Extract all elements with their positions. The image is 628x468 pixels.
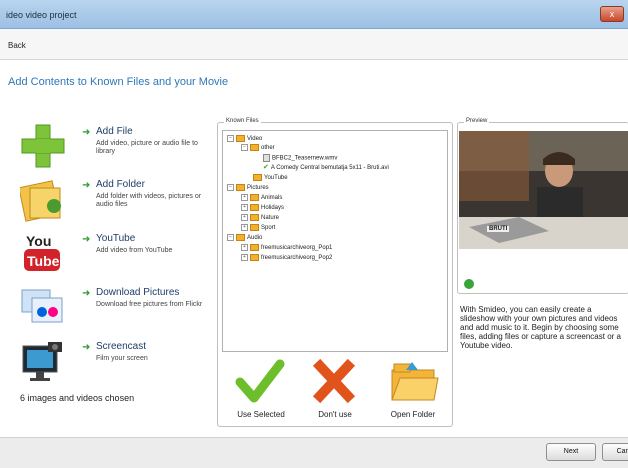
- folder-icon: [253, 174, 262, 181]
- tree-node-file[interactable]: ✔ A Comedy Central bemutatja 5x11 - Bruti…: [263, 164, 389, 172]
- expand-icon[interactable]: +: [241, 204, 248, 211]
- video-subtitle: BRUTI: [487, 226, 510, 232]
- tree-node-nature[interactable]: + Nature: [241, 214, 279, 222]
- tree-node-video[interactable]: − Video: [227, 135, 262, 143]
- action-label: Screencast: [96, 341, 147, 352]
- known-files-title: Known Files: [224, 118, 261, 124]
- cancel-button[interactable]: Can: [602, 443, 628, 461]
- svg-text:You: You: [26, 233, 51, 249]
- plus-icon: [20, 123, 66, 169]
- action-desc: Add video, picture or audio file to libr…: [96, 140, 198, 155]
- folder-icon: [250, 254, 259, 261]
- play-icon[interactable]: [464, 279, 474, 289]
- download-pictures-action[interactable]: ➜ Download Pictures Download free pictur…: [20, 284, 210, 334]
- collapse-icon[interactable]: −: [227, 135, 234, 142]
- expand-icon[interactable]: +: [241, 244, 248, 251]
- tree-node-youtube[interactable]: YouTube: [253, 174, 288, 182]
- tree-node-other[interactable]: − other: [241, 144, 275, 152]
- page-heading: Add Contents to Known Files and your Mov…: [8, 76, 229, 88]
- cross-icon: [312, 358, 356, 404]
- video-frame-image: [459, 131, 628, 249]
- app-window: ideo video project x Back Add Contents t…: [0, 0, 628, 468]
- open-folder-icon: [391, 362, 439, 401]
- folder-icon: [236, 234, 245, 241]
- video-preview[interactable]: [459, 131, 628, 249]
- collapse-icon[interactable]: −: [227, 184, 234, 191]
- tree-node-audio[interactable]: − Audio: [227, 234, 262, 242]
- window-title: ideo video project: [6, 10, 77, 20]
- open-folder-label: Open Folder: [390, 410, 436, 419]
- action-desc: Add video from YouTube: [96, 247, 173, 254]
- expand-icon[interactable]: +: [241, 224, 248, 231]
- add-folder-action[interactable]: ➜ Add Folder Add folder with videos, pic…: [18, 176, 210, 226]
- folder-icon: [250, 144, 259, 151]
- screencast-action[interactable]: ➜ Screencast Film your screen: [20, 338, 210, 388]
- preview-description: With Smideo, you can easily create a sli…: [460, 305, 621, 350]
- open-folder-button[interactable]: Open Folder: [378, 358, 448, 420]
- check-icon: ✔: [263, 164, 269, 171]
- use-selected-button[interactable]: Use Selected: [226, 358, 296, 420]
- arrow-icon: ➜: [82, 234, 91, 245]
- collapse-icon[interactable]: −: [241, 144, 248, 151]
- folder-icon: [250, 204, 259, 211]
- collapse-icon[interactable]: −: [227, 234, 234, 241]
- tree-node-file[interactable]: BFBC2_Teasernew.wmv: [263, 154, 337, 162]
- folder-icon: [236, 135, 245, 142]
- title-bar: ideo video project x: [0, 0, 628, 29]
- dont-use-label: Don't use: [318, 410, 352, 419]
- screencast-icon: [20, 338, 66, 384]
- action-label: YouTube: [96, 233, 136, 244]
- expand-icon[interactable]: +: [241, 254, 248, 261]
- add-file-action[interactable]: ➜ Add File Add video, picture or audio f…: [20, 123, 210, 173]
- youtube-action[interactable]: You Tube ➜ YouTube Add video from YouTub…: [20, 230, 210, 280]
- next-button[interactable]: Next: [546, 443, 596, 461]
- folder-icon: [236, 184, 245, 191]
- arrow-icon: ➜: [82, 180, 91, 191]
- folder-icon: [18, 176, 66, 222]
- preview-title: Preview: [464, 118, 490, 124]
- back-link[interactable]: Back: [8, 41, 26, 50]
- svg-text:Tube: Tube: [27, 253, 60, 269]
- expand-icon[interactable]: +: [241, 214, 248, 221]
- expand-icon[interactable]: +: [241, 194, 248, 201]
- nav-bar: Back: [0, 29, 628, 60]
- folder-icon: [250, 214, 259, 221]
- close-icon[interactable]: x: [600, 6, 624, 22]
- selection-summary: 6 images and videos chosen: [20, 393, 135, 403]
- arrow-icon: ➜: [82, 288, 91, 299]
- folder-icon: [250, 244, 259, 251]
- youtube-icon: You Tube: [20, 230, 66, 276]
- arrow-icon: ➜: [82, 127, 91, 138]
- action-label: Add Folder: [96, 179, 145, 190]
- flickr-icon: [20, 284, 66, 330]
- arrow-icon: ➜: [82, 342, 91, 353]
- known-files-tree[interactable]: − Video − other BFBC2_Teasernew.wmv ✔ A Com…: [222, 130, 448, 352]
- tree-node-holidays[interactable]: + Holidays: [241, 204, 284, 212]
- dont-use-button[interactable]: Don't use: [300, 358, 370, 420]
- video-file-icon: [263, 154, 270, 162]
- folder-icon: [250, 224, 259, 231]
- tree-node-animals[interactable]: + Animals: [241, 194, 282, 202]
- action-desc: Film your screen: [96, 355, 148, 362]
- tree-node-sport[interactable]: + Sport: [241, 224, 275, 232]
- tree-node-pictures[interactable]: − Pictures: [227, 184, 269, 192]
- tree-node-pop2[interactable]: + freemusicarchiveorg_Pop2: [241, 254, 332, 262]
- action-desc: Add folder with videos, pictures or audi…: [96, 193, 202, 208]
- checkmark-icon: [235, 359, 285, 403]
- folder-icon: [250, 194, 259, 201]
- bottom-bar: [0, 437, 628, 468]
- use-selected-label: Use Selected: [237, 410, 285, 419]
- action-label: Download Pictures: [96, 287, 180, 298]
- action-label: Add File: [96, 126, 133, 137]
- action-desc: Download free pictures from Flickr: [96, 301, 203, 308]
- tree-node-pop1[interactable]: + freemusicarchiveorg_Pop1: [241, 244, 332, 252]
